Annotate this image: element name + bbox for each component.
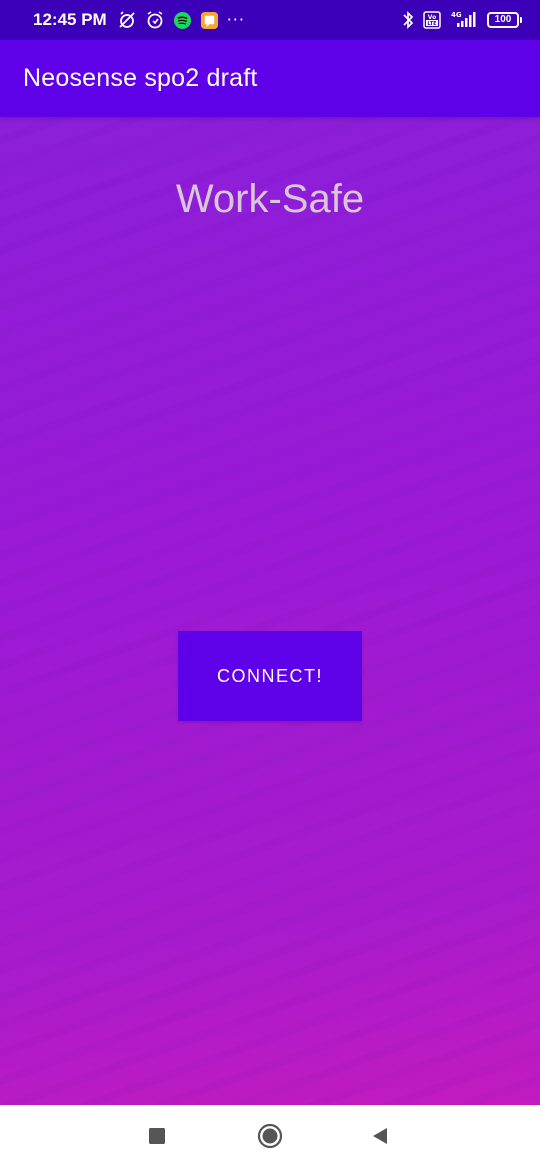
muted-alarm-icon xyxy=(117,10,137,30)
status-icons-right: Vo LTE 4G 100 xyxy=(401,10,522,30)
status-icons-left: ··· xyxy=(117,10,245,30)
connect-button[interactable]: CONNECT! xyxy=(178,631,362,721)
signal-icon: 4G xyxy=(449,10,479,30)
page-title: Work-Safe xyxy=(175,177,365,221)
battery-icon: 100 xyxy=(487,12,522,28)
alarm-icon xyxy=(145,10,165,30)
more-notifications-indicator: ··· xyxy=(226,10,245,29)
svg-text:LTE: LTE xyxy=(427,21,437,27)
bluetooth-icon xyxy=(401,10,415,30)
app-title: Neosense spo2 draft xyxy=(23,64,258,92)
status-time: 12:45 PM xyxy=(33,10,107,29)
back-button[interactable] xyxy=(366,1124,394,1152)
recents-icon xyxy=(148,1127,166,1149)
notification-app-icon xyxy=(200,11,219,30)
app-bar: Neosense spo2 draft xyxy=(0,40,540,117)
svg-text:4G: 4G xyxy=(451,11,462,19)
phone-screen: 12:45 PM ··· Vo LTE 4G 100 Neosense spo2… xyxy=(0,0,540,1170)
home-icon xyxy=(257,1123,283,1153)
back-icon xyxy=(370,1126,390,1150)
volte-icon: Vo LTE xyxy=(423,11,441,29)
svg-text:Vo: Vo xyxy=(428,14,436,21)
status-bar: 12:45 PM ··· Vo LTE 4G 100 xyxy=(0,0,540,40)
navigation-bar xyxy=(0,1105,540,1170)
spotify-icon xyxy=(173,11,192,30)
main-content: Work-Safe CONNECT! xyxy=(0,117,540,1105)
recents-button[interactable] xyxy=(143,1124,171,1152)
home-button[interactable] xyxy=(256,1123,284,1153)
battery-tip xyxy=(520,17,522,23)
battery-level: 100 xyxy=(487,12,519,28)
